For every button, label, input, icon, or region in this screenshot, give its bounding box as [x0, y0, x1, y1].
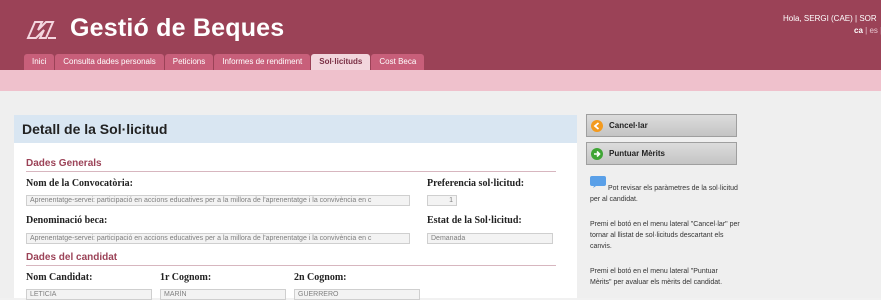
help-text-1: Pot revisar els paràmetres de la sol·lic…	[590, 185, 738, 203]
section-dades-candidat: Dades del candidat	[26, 252, 118, 263]
cognom1-field[interactable]: MARÍN	[160, 289, 286, 300]
tab-consulta-dades[interactable]: Consulta dades personals	[55, 54, 164, 70]
cognom2-field[interactable]: GUERRERO	[294, 289, 420, 300]
detail-panel-header: Detall de la Sol·licitud	[14, 115, 577, 143]
section-divider	[26, 265, 556, 266]
nom-candidat-field[interactable]: LETICIA	[26, 289, 152, 300]
merits-button-label: Puntuar Mèrits	[609, 149, 666, 158]
convocatoria-label: Nom de la Convocatòria:	[26, 178, 133, 189]
lang-es-link[interactable]: es |	[869, 26, 881, 35]
estat-field[interactable]: Demanada	[427, 233, 553, 244]
estat-label: Estat de la Sol·licitud:	[427, 215, 522, 226]
beca-field[interactable]: Aprenentatge-servei: participació en acc…	[26, 233, 410, 244]
language-switcher: ca | es |	[854, 26, 881, 35]
cognom2-label: 2n Cognom:	[294, 272, 347, 283]
section-dades-generals: Dades Generals	[26, 158, 102, 169]
app-title: Gestió de Beques	[70, 14, 285, 42]
tab-inici[interactable]: Inici	[24, 54, 55, 70]
gencat-logo-icon	[26, 18, 60, 42]
page-title: Detall de la Sol·licitud	[22, 121, 168, 137]
section-divider	[26, 171, 556, 172]
arrow-right-circle-icon	[591, 148, 603, 160]
preferencia-field[interactable]: 1	[427, 195, 457, 206]
main-nav: Inici Consulta dades personals Peticions…	[24, 54, 425, 70]
puntuar-merits-button[interactable]: Puntuar Mèrits	[586, 142, 737, 165]
user-greeting: Hola, SERGI (CAE) | SOR	[783, 14, 877, 23]
tab-informes[interactable]: Informes de rendiment	[214, 54, 311, 70]
tab-cost-beca[interactable]: Cost Beca	[371, 54, 425, 70]
convocatoria-field[interactable]: Aprenentatge-servei: participació en acc…	[26, 195, 410, 206]
nom-candidat-label: Nom Candidat:	[26, 272, 93, 283]
help-text-2: Premi el botó en el menu lateral "Cancel…	[590, 221, 740, 250]
tab-peticions[interactable]: Peticions	[164, 54, 214, 70]
arrow-left-circle-icon	[591, 120, 603, 132]
lang-ca-link[interactable]: ca	[854, 26, 863, 35]
cancel-button-label: Cancel·lar	[609, 121, 648, 130]
cancel-button[interactable]: Cancel·lar	[586, 114, 737, 137]
help-text-3: Premi el botó en el menu lateral "Puntua…	[590, 268, 723, 286]
cognom1-label: 1r Cognom:	[160, 272, 212, 283]
sub-navigation-bar	[0, 70, 881, 91]
preferencia-label: Preferencia sol·licitud:	[427, 178, 525, 189]
beca-label: Denominació beca:	[26, 215, 108, 226]
tab-sollicituds[interactable]: Sol·licituds	[311, 54, 371, 70]
